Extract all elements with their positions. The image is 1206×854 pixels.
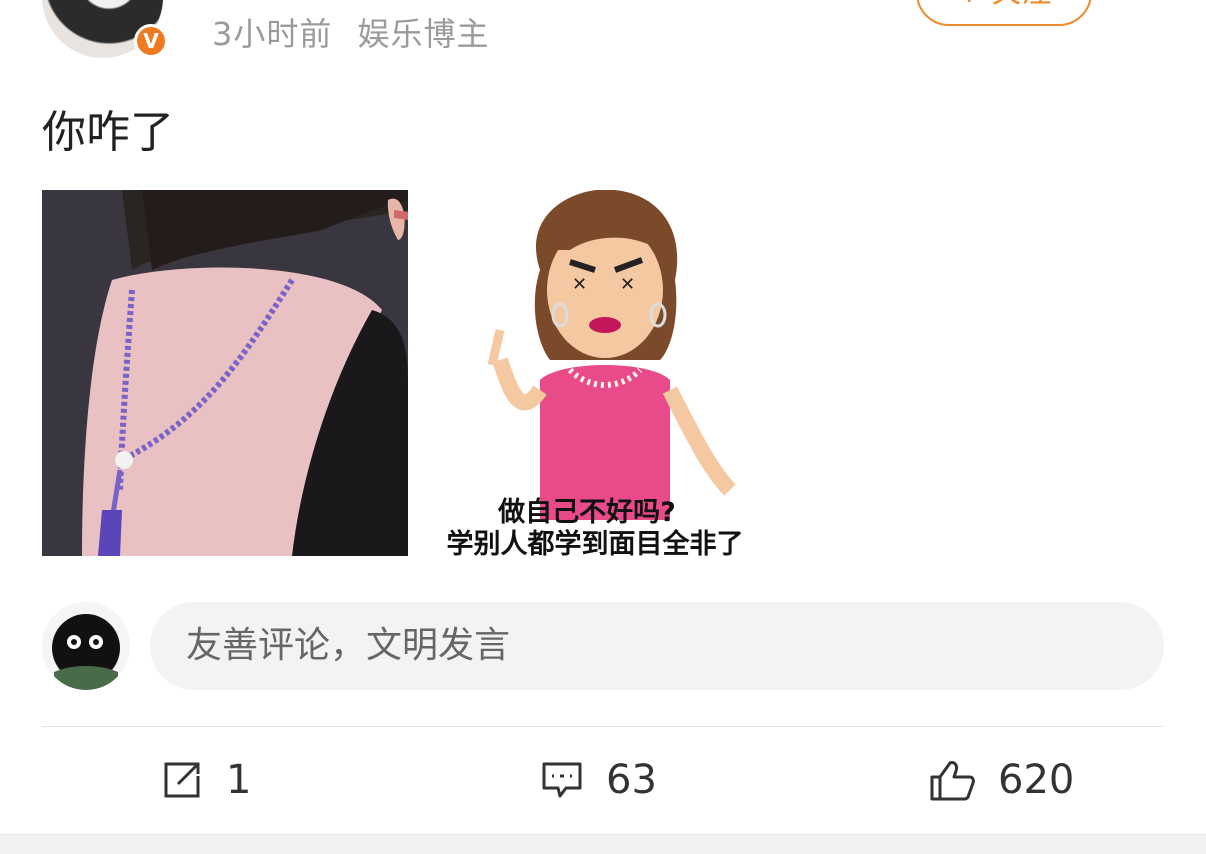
current-user-avatar[interactable] — [42, 602, 130, 690]
comment-button[interactable]: 63 — [540, 752, 657, 808]
author-avatar[interactable]: V — [42, 0, 168, 58]
post-text: 你咋了 — [42, 107, 174, 158]
back-necklace-illustration — [42, 190, 408, 556]
post-time: 3小时前 — [212, 15, 333, 53]
thumbs-up-icon — [930, 761, 975, 801]
verified-badge-icon: V — [134, 24, 168, 58]
post-source: 娱乐博主 — [357, 15, 490, 53]
meme-caption-line2: 学别人都学到面目全非了 — [446, 529, 744, 556]
feed-separator — [0, 834, 1206, 854]
svg-text:✕: ✕ — [620, 274, 635, 295]
divider — [42, 726, 1164, 727]
like-count: 620 — [998, 757, 1075, 803]
like-button[interactable]: 620 — [928, 752, 1074, 808]
repost-button[interactable]: 1 — [160, 752, 251, 808]
follow-button[interactable]: + 关注 — [916, 0, 1092, 26]
svg-text:✕: ✕ — [572, 274, 587, 295]
comment-count: 63 — [606, 757, 657, 803]
repost-count: 1 — [226, 757, 252, 803]
post-meta: 3小时前 娱乐博主 — [212, 9, 504, 55]
comment-input[interactable]: 友善评论，文明发言 — [150, 602, 1164, 690]
post-image-1[interactable] — [42, 190, 408, 556]
repost-icon — [164, 762, 200, 798]
soot-sprite-avatar-icon — [42, 602, 130, 690]
comment-icon — [542, 762, 582, 798]
post-image-2[interactable]: ✕ ✕ 做自己不好吗? 学别人都学到面目全非了 — [420, 190, 786, 556]
